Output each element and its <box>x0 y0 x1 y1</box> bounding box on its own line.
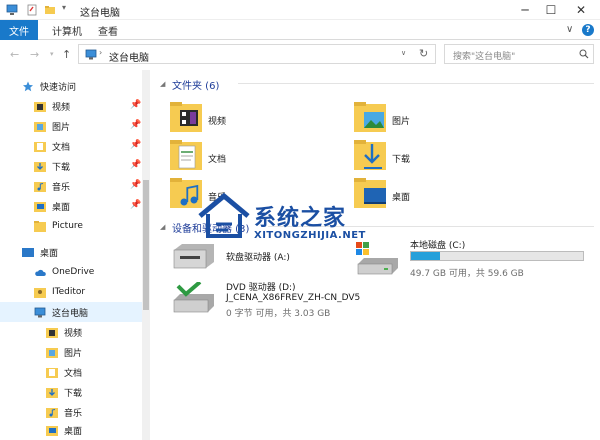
pin-icon[interactable]: 📌 <box>130 120 141 130</box>
pictures-folder-icon <box>46 347 58 358</box>
disk-usage-bar <box>410 251 584 261</box>
folders-group-title[interactable]: 文件夹 (6) <box>172 77 219 92</box>
desktop-icon <box>22 247 34 257</box>
window-title: 这台电脑 <box>80 8 120 19</box>
computer-icon <box>34 307 46 317</box>
nav-quick-downloads[interactable]: 下载 📌 <box>0 156 148 176</box>
nav-quick-desktop[interactable]: 桌面 📌 <box>0 196 148 216</box>
back-arrow-icon[interactable]: ← <box>10 48 19 61</box>
dvd-free-space: 0 字节 可用，共 3.03 GB <box>226 309 331 319</box>
cloud-icon <box>35 269 46 276</box>
downloads-folder-icon <box>46 387 58 398</box>
video-folder-icon <box>46 327 58 338</box>
disk-free-space: 49.7 GB 可用，共 59.6 GB <box>410 269 524 279</box>
nav-quick-videos[interactable]: 视频 📌 <box>0 96 148 116</box>
watermark: 系统之家 XITONGZHIJIA.NET <box>196 190 406 250</box>
nav-quick-documents[interactable]: 文档 📌 <box>0 136 148 156</box>
scrollbar-thumb[interactable] <box>143 180 149 310</box>
breadcrumb-separator-icon[interactable]: › <box>99 48 102 57</box>
dvd-volume-label: J_CENA_X86FREV_ZH-CN_DV5 <box>226 293 361 303</box>
nav-pc-pictures[interactable]: 图片 <box>0 342 148 362</box>
watermark-logo-icon <box>198 192 250 238</box>
watermark-url: XITONGZHIJIA.NET <box>254 230 366 241</box>
collapse-caret-icon[interactable]: ◢ <box>160 223 165 231</box>
folder-tile-documents[interactable]: 文档 <box>170 138 350 174</box>
nav-iteditor[interactable]: ITeditor <box>0 282 148 302</box>
search-input[interactable]: 搜索"这台电脑" <box>444 44 594 64</box>
nav-quick-music[interactable]: 音乐 📌 <box>0 176 148 196</box>
recent-locations-icon[interactable]: ▾ <box>50 50 54 58</box>
ribbon-tabs: 文件 计算机 查看 ∨ ? <box>0 20 600 40</box>
up-arrow-icon[interactable]: ↑ <box>62 48 71 61</box>
close-button[interactable]: ✕ <box>566 0 596 20</box>
watermark-text: 系统之家 <box>254 206 347 231</box>
customize-toolbar-icon[interactable]: ▾ <box>62 3 74 15</box>
folder-icon <box>34 220 46 232</box>
nav-pc-downloads[interactable]: 下载 <box>0 382 148 402</box>
nav-quick-picture-folder[interactable]: Picture <box>0 216 148 236</box>
tab-view[interactable]: 查看 <box>98 20 118 40</box>
folder-tile-pictures[interactable]: 图片 <box>354 100 534 136</box>
star-icon <box>23 81 33 91</box>
video-folder-icon <box>170 102 202 132</box>
desktop-folder-icon <box>34 201 46 212</box>
downloads-folder-icon <box>354 140 386 170</box>
pictures-folder-icon <box>354 102 386 132</box>
dvd-drive-icon <box>173 282 214 313</box>
maximize-button[interactable]: ☐ <box>536 0 566 20</box>
pin-icon[interactable]: 📌 <box>130 200 141 210</box>
nav-desktop[interactable]: 桌面 <box>0 242 148 262</box>
disk-usage-fill <box>411 252 441 260</box>
nav-pc-documents[interactable]: 文档 <box>0 362 148 382</box>
address-dropdown-icon[interactable]: ∨ <box>401 49 406 57</box>
new-folder-icon[interactable] <box>44 4 56 16</box>
music-folder-icon <box>46 407 58 418</box>
video-folder-icon <box>34 101 46 112</box>
downloads-folder-icon <box>34 161 46 172</box>
desktop-folder-icon <box>46 425 58 436</box>
tab-computer[interactable]: 计算机 <box>52 20 82 40</box>
navigation-pane: 快速访问 视频 📌 图片 📌 文档 📌 下载 📌 音乐 📌 桌面 📌 Pictu… <box>0 70 148 440</box>
forward-arrow-icon[interactable]: → <box>30 48 39 61</box>
folder-tile-downloads[interactable]: 下载 <box>354 138 534 174</box>
pin-icon[interactable]: 📌 <box>130 140 141 150</box>
pin-icon[interactable]: 📌 <box>130 160 141 170</box>
search-icon[interactable] <box>579 49 589 59</box>
pin-icon[interactable]: 📌 <box>130 100 141 110</box>
documents-folder-icon <box>170 140 202 170</box>
nav-this-pc[interactable]: 这台电脑 <box>0 302 148 322</box>
music-folder-icon <box>34 181 46 192</box>
folder-tile-videos[interactable]: 视频 <box>170 100 350 136</box>
address-field[interactable]: › 这台电脑 ∨ ↻ <box>78 44 436 64</box>
nav-pc-desktop[interactable]: 桌面 <box>0 420 148 440</box>
user-folder-icon <box>34 287 46 298</box>
nav-pane-scrollbar[interactable] <box>142 70 150 440</box>
tab-file[interactable]: 文件 <box>0 20 38 40</box>
nav-quick-pictures[interactable]: 图片 📌 <box>0 116 148 136</box>
refresh-icon[interactable]: ↻ <box>419 47 428 60</box>
collapse-caret-icon[interactable]: ◢ <box>160 80 165 88</box>
computer-icon[interactable] <box>6 4 18 16</box>
nav-quick-access[interactable]: 快速访问 <box>0 76 148 96</box>
breadcrumb-this-pc[interactable]: 这台电脑 <box>109 49 149 64</box>
search-placeholder: 搜索"这台电脑" <box>453 52 516 62</box>
documents-folder-icon <box>34 141 46 152</box>
expand-ribbon-button[interactable]: ∨ <box>566 24 573 35</box>
computer-icon <box>85 49 97 60</box>
nav-pc-music[interactable]: 音乐 <box>0 402 148 422</box>
nav-pc-videos[interactable]: 视频 <box>0 322 148 342</box>
group-divider <box>238 83 594 84</box>
nav-onedrive[interactable]: OneDrive <box>0 262 148 282</box>
pictures-folder-icon <box>34 121 46 132</box>
content-pane: ◢ 文件夹 (6) 视频 图片 文档 下载 音乐 桌面 ◢ 设备和驱动器 (3)… <box>150 70 600 440</box>
drive-dvd-d[interactable]: DVD 驱动器 (D:) J_CENA_X86FREV_ZH-CN_DV5 0 … <box>170 280 410 340</box>
properties-icon[interactable] <box>26 4 38 16</box>
title-bar: ▾ 这台电脑 ─ ☐ ✕ <box>0 0 600 20</box>
pin-icon[interactable]: 📌 <box>130 180 141 190</box>
address-bar-row: ← → ▾ ↑ › 这台电脑 ∨ ↻ 搜索"这台电脑" <box>0 40 600 70</box>
help-button[interactable]: ? <box>582 24 594 36</box>
documents-folder-icon <box>46 367 58 378</box>
